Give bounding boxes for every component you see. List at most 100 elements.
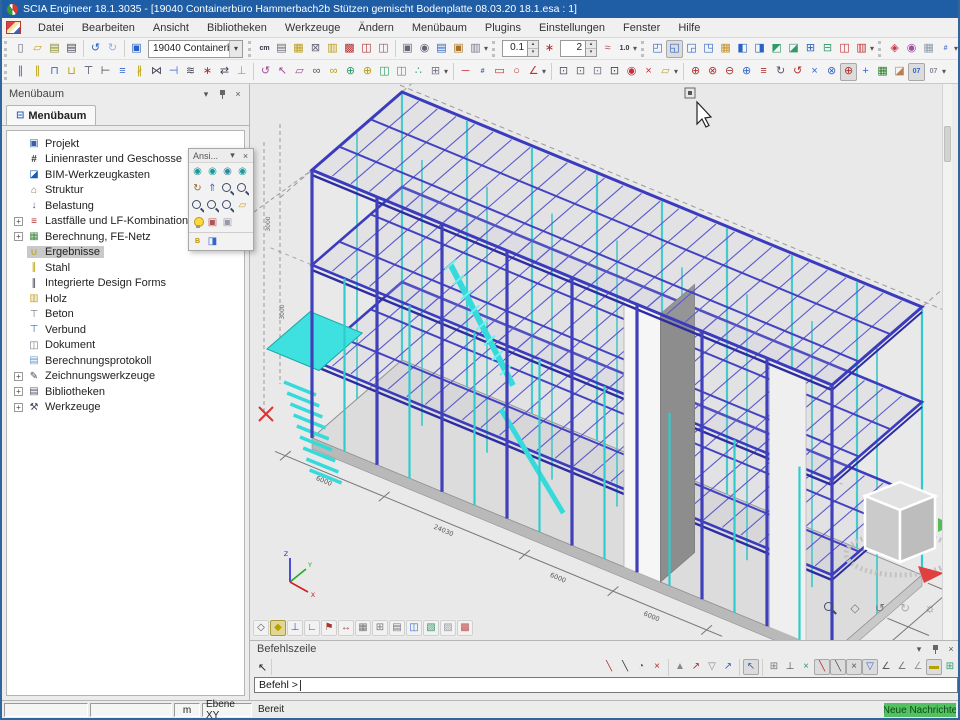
menu-fenster[interactable]: Fenster xyxy=(614,20,669,36)
scale-results[interactable]: ≈ xyxy=(599,40,616,58)
snap-surface[interactable]: ▽ xyxy=(862,659,878,675)
clipboard[interactable]: ▥ xyxy=(324,40,341,58)
snap-angle-1[interactable]: ∠ xyxy=(878,659,894,675)
nav-zoom[interactable] xyxy=(822,600,838,616)
nav-orbit-alt[interactable]: ↻ xyxy=(897,600,913,616)
menu-plugins[interactable]: Plugins xyxy=(476,20,530,36)
snap-grid[interactable]: ⊞ xyxy=(766,659,782,675)
zoom-selection[interactable] xyxy=(220,197,235,214)
zoom-in[interactable] xyxy=(220,180,235,197)
snap-midpoint[interactable]: × xyxy=(798,659,814,675)
cursor-snap-settings[interactable]: ↖ xyxy=(743,659,759,675)
cmd-close-icon[interactable]: × xyxy=(944,642,958,656)
select-by-prop[interactable]: ⊕ xyxy=(840,63,857,81)
open-project[interactable]: ▱ xyxy=(29,40,46,58)
show-supports[interactable]: ⊥ xyxy=(287,620,303,636)
menu-ansicht[interactable]: Ansicht xyxy=(144,20,198,36)
tree-item-stahl[interactable]: ∥Stahl xyxy=(13,260,244,276)
spinner-up-icon[interactable]: ▴ xyxy=(586,41,596,49)
decimals-spinner[interactable]: 2▴▾ xyxy=(560,40,597,57)
tree-item-beton[interactable]: ⊤Beton xyxy=(13,307,244,323)
select-filter[interactable]: ⊗ xyxy=(823,63,840,81)
spinner-down-icon[interactable]: ▾ xyxy=(586,49,596,56)
dropdown-caret-icon[interactable]: ▾ xyxy=(542,67,546,76)
view-layout-2[interactable]: ◱ xyxy=(666,40,683,58)
dropdown-caret-icon[interactable]: ▾ xyxy=(954,44,958,53)
dropdown-caret-icon[interactable]: ▾ xyxy=(942,67,946,76)
solver-dialog[interactable]: ◫ xyxy=(358,40,375,58)
spinner-value[interactable]: 0.1 xyxy=(502,40,528,57)
picture-gallery[interactable]: ▣ xyxy=(450,40,467,58)
show-mesh[interactable]: ⊞ xyxy=(372,620,388,636)
camera-view-2[interactable]: ▣ xyxy=(220,214,235,231)
member-star[interactable]: ∗ xyxy=(199,63,216,81)
window-toggle[interactable]: ▣ xyxy=(128,40,145,58)
dropdown-caret-icon[interactable]: ▾ xyxy=(444,67,448,76)
new-project[interactable]: ▯ xyxy=(12,40,29,58)
draw-grid[interactable]: # xyxy=(474,63,491,81)
spinner-value[interactable]: 2 xyxy=(560,40,586,57)
3d-viewport[interactable]: 600024030600060002400240030003000ZYX ◇◆⊥… xyxy=(250,84,952,640)
axis-marker[interactable]: ∗ xyxy=(541,40,558,58)
menu-hilfe[interactable]: Hilfe xyxy=(669,20,709,36)
tree-expander-icon[interactable]: + xyxy=(14,403,23,412)
camera-view-1[interactable]: ▣ xyxy=(205,214,220,231)
dropdown-caret-icon[interactable]: ▾ xyxy=(870,44,874,53)
view-axo[interactable]: ◉ xyxy=(235,163,250,180)
render-wireframe[interactable]: ◇ xyxy=(253,620,269,636)
toolbar-handle[interactable] xyxy=(4,64,9,80)
view-image-2[interactable]: ▨ xyxy=(440,620,456,636)
command-input[interactable]: Befehl > xyxy=(254,677,958,693)
cmd-pin-icon[interactable] xyxy=(928,642,942,656)
snap-plane[interactable]: ▽ xyxy=(704,659,720,675)
member-opening[interactable]: ⋈ xyxy=(148,63,165,81)
zoom-out[interactable] xyxy=(235,180,250,197)
layer-07-b[interactable]: 07 xyxy=(925,63,942,81)
snap-angle-3[interactable]: ∠ xyxy=(910,659,926,675)
member-wall[interactable]: ∦ xyxy=(131,63,148,81)
node-move[interactable]: ↖ xyxy=(274,63,291,81)
table-results[interactable]: ▦ xyxy=(874,63,891,81)
view-layout-8[interactable]: ◩ xyxy=(768,40,785,58)
app-icon[interactable] xyxy=(6,21,21,34)
tree-item-werkzeuge[interactable]: +⚒Werkzeuge xyxy=(13,400,244,416)
snap-angle-2[interactable]: ∠ xyxy=(894,659,910,675)
tree-item-holz[interactable]: ▥Holz xyxy=(13,291,244,307)
render-solid[interactable]: ◆ xyxy=(270,620,286,636)
viewport-scrollbar-thumb[interactable] xyxy=(944,126,951,162)
window-view[interactable]: ◨ xyxy=(205,233,220,250)
tree-expander-icon[interactable]: + xyxy=(14,217,23,226)
document[interactable]: ▤ xyxy=(433,40,450,58)
calculator[interactable]: ▦ xyxy=(290,40,307,58)
view-layout-6[interactable]: ◧ xyxy=(734,40,751,58)
menu-datei[interactable]: Datei xyxy=(29,20,73,36)
select-props[interactable]: ≡ xyxy=(755,63,772,81)
cursor-mode-icon[interactable]: ↖ xyxy=(254,659,272,675)
spinner-down-icon[interactable]: ▾ xyxy=(528,49,538,56)
view-top[interactable]: ◉ xyxy=(220,163,235,180)
mesh-refine[interactable]: ⊞ xyxy=(427,63,444,81)
link-1[interactable]: ∞ xyxy=(308,63,325,81)
member-shell[interactable]: ≋ xyxy=(182,63,199,81)
menu-bearbeiten[interactable]: Bearbeiten xyxy=(73,20,144,36)
menu-einstellungen[interactable]: Einstellungen xyxy=(530,20,614,36)
tree-item-bibliotheken[interactable]: +▤Bibliotheken xyxy=(13,384,244,400)
draw-rect[interactable]: ▭ xyxy=(491,63,508,81)
xml-io[interactable]: ⊠ xyxy=(307,40,324,58)
select-all-dirs[interactable]: + xyxy=(857,63,874,81)
view-colored-grid[interactable]: ▩ xyxy=(457,620,473,636)
image-export[interactable]: ◪ xyxy=(891,63,908,81)
view-layout-7[interactable]: ◨ xyxy=(751,40,768,58)
numeric-format[interactable]: 1.0 xyxy=(616,40,633,58)
view-front[interactable]: ◉ xyxy=(190,163,205,180)
disconnect-members[interactable]: ⊕ xyxy=(359,63,376,81)
dropdown-caret-icon[interactable]: ▾ xyxy=(484,44,488,53)
zoom-all[interactable] xyxy=(205,197,220,214)
tree-expander-icon[interactable]: + xyxy=(14,232,23,241)
draw-circle[interactable]: ○ xyxy=(508,63,525,81)
node-surface[interactable]: ▱ xyxy=(291,63,308,81)
snap-endpoint[interactable]: ╲ xyxy=(814,659,830,675)
toolbar-handle[interactable] xyxy=(641,41,646,57)
show-loads[interactable]: ∟ xyxy=(304,620,320,636)
toolbar-handle[interactable] xyxy=(878,41,883,57)
